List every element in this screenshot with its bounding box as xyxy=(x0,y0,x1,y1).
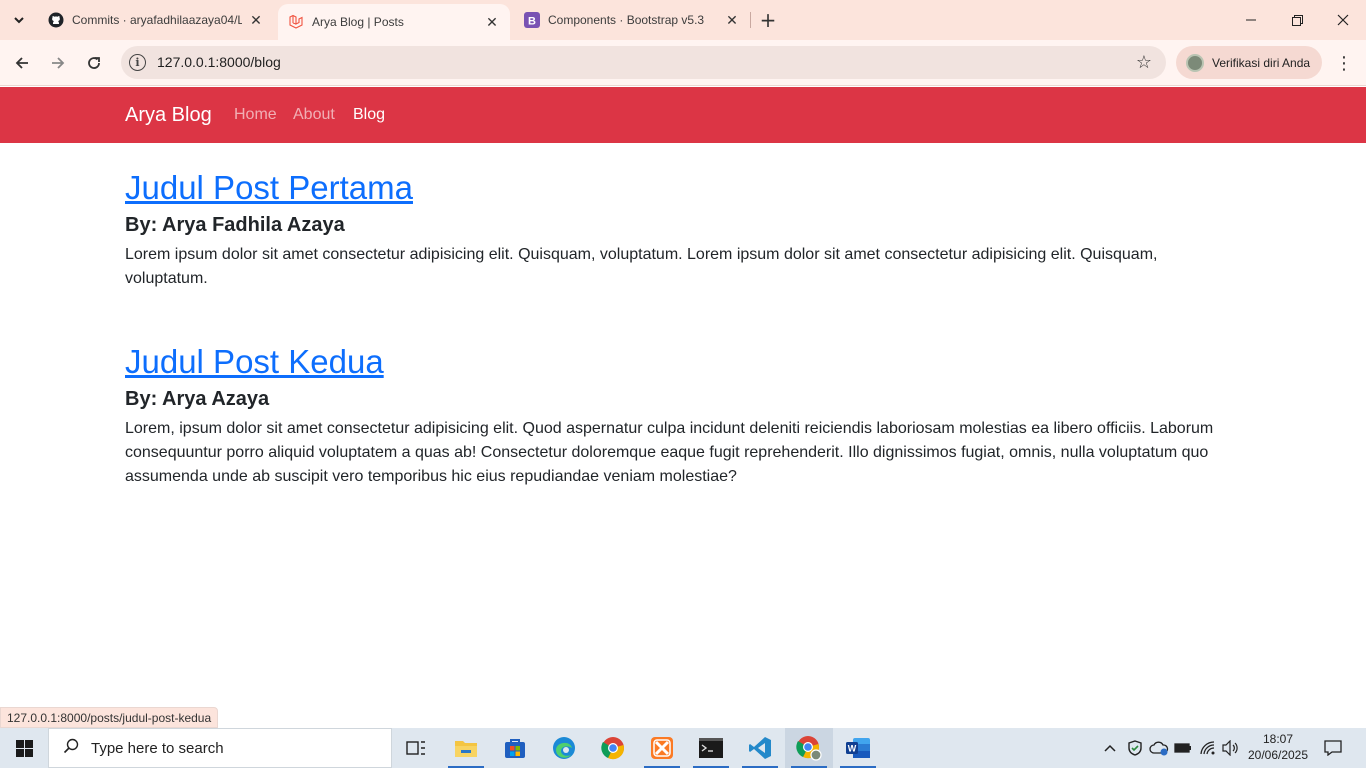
edge-button[interactable] xyxy=(540,728,588,768)
shield-icon xyxy=(1128,740,1142,756)
close-icon[interactable]: ✕ xyxy=(248,12,264,28)
more-vert-icon: ⋮ xyxy=(1335,52,1353,74)
nav-link-blog[interactable]: Blog xyxy=(353,106,385,124)
profile-button[interactable]: Verifikasi diri Anda xyxy=(1176,46,1322,79)
reload-button[interactable] xyxy=(80,49,108,77)
bootstrap-icon: B xyxy=(524,12,540,28)
url-text[interactable]: 127.0.0.1:8000/blog xyxy=(157,54,281,70)
tab-commits[interactable]: Commits · aryafadhilaazaya04/L ✕ xyxy=(38,0,274,40)
navbar-brand[interactable]: Arya Blog xyxy=(125,104,212,127)
task-view-icon xyxy=(406,741,425,755)
post-title-link[interactable]: Judul Post Pertama xyxy=(125,168,1225,208)
chrome-button[interactable] xyxy=(589,728,637,768)
volume-tray-button[interactable] xyxy=(1220,728,1242,768)
word-button[interactable]: W xyxy=(834,728,882,768)
reload-icon xyxy=(88,57,100,69)
wifi-icon xyxy=(1200,741,1215,755)
post-body: Lorem, ipsum dolor sit amet consectetur … xyxy=(125,420,1214,485)
svg-text:W: W xyxy=(848,744,857,754)
address-bar[interactable]: i 127.0.0.1:8000/blog ☆ xyxy=(121,46,1166,79)
tab-strip: Commits · aryafadhilaazaya04/L ✕ Arya Bl… xyxy=(0,0,1366,40)
microsoft-store-button[interactable] xyxy=(491,728,539,768)
edge-icon xyxy=(553,737,575,759)
battery-icon xyxy=(1174,743,1191,753)
tab-bootstrap[interactable]: B Components · Bootstrap v5.3 ✕ xyxy=(514,0,750,40)
minimize-icon xyxy=(1246,19,1256,21)
site-info-icon[interactable]: i xyxy=(129,54,146,71)
chrome-icon xyxy=(601,737,624,760)
start-button[interactable] xyxy=(0,728,48,768)
speaker-icon xyxy=(1222,740,1238,756)
file-explorer-button[interactable] xyxy=(442,728,490,768)
show-hidden-icons-button[interactable] xyxy=(1100,728,1120,768)
xampp-button[interactable] xyxy=(638,728,686,768)
terminal-button[interactable] xyxy=(687,728,735,768)
profile-label: Verifikasi diri Anda xyxy=(1212,55,1311,70)
site-navbar: Arya Blog Home About Blog xyxy=(0,87,1366,143)
laravel-icon xyxy=(288,14,304,30)
notification-icon xyxy=(1324,740,1342,756)
svg-text:B: B xyxy=(528,16,536,28)
windows-logo-icon xyxy=(15,739,33,757)
chrome-profile-icon xyxy=(796,736,822,761)
github-icon xyxy=(48,12,64,28)
word-icon: W xyxy=(846,738,870,758)
post-body: Lorem ipsum dolor sit amet consectetur a… xyxy=(125,246,1158,287)
arrow-left-icon xyxy=(15,57,28,69)
browser-toolbar: i 127.0.0.1:8000/blog ☆ Verifikasi diri … xyxy=(0,40,1366,86)
chevron-up-icon xyxy=(1104,744,1116,752)
vscode-button[interactable] xyxy=(736,728,784,768)
terminal-icon xyxy=(699,738,723,758)
xampp-icon xyxy=(651,737,673,759)
tab-separator xyxy=(750,12,751,28)
forward-button[interactable] xyxy=(44,49,72,77)
plus-icon: + xyxy=(759,8,777,32)
bookmark-star-icon[interactable]: ☆ xyxy=(1136,52,1152,73)
post-article: Judul Post Kedua By: Arya Azaya Lorem, i… xyxy=(125,342,1225,489)
microsoft-store-icon xyxy=(505,739,525,758)
nav-link-home[interactable]: Home xyxy=(234,106,277,124)
clock-time: 18:07 xyxy=(1262,732,1294,746)
task-view-button[interactable] xyxy=(392,728,440,768)
restore-icon xyxy=(1291,14,1303,26)
restore-button[interactable] xyxy=(1274,0,1320,40)
close-icon xyxy=(1337,14,1349,26)
clock-date: 20/06/2025 xyxy=(1247,748,1309,762)
post-author: By: Arya Azaya xyxy=(125,388,270,410)
cloud-icon xyxy=(1149,741,1169,756)
taskbar: Type here to search W 18:07 20/06/2025 xyxy=(0,728,1366,768)
post-article: Judul Post Pertama By: Arya Fadhila Azay… xyxy=(125,168,1225,291)
back-button[interactable] xyxy=(8,49,36,77)
vscode-icon xyxy=(749,737,771,759)
search-placeholder: Type here to search xyxy=(91,739,224,757)
link-status-bubble: 127.0.0.1:8000/posts/judul-post-kedua xyxy=(0,707,219,728)
tab-arya-blog[interactable]: Arya Blog | Posts ✕ xyxy=(278,4,510,40)
post-author: By: Arya Fadhila Azaya xyxy=(125,214,345,236)
chrome-profile-button[interactable] xyxy=(785,728,833,768)
menu-button[interactable]: ⋮ xyxy=(1334,52,1354,74)
new-tab-button[interactable]: + xyxy=(757,8,779,32)
network-tray-button[interactable] xyxy=(1197,728,1219,768)
close-icon[interactable]: ✕ xyxy=(724,12,740,28)
taskbar-clock[interactable]: 18:07 20/06/2025 xyxy=(1245,731,1311,763)
notification-center-button[interactable] xyxy=(1320,736,1346,760)
file-explorer-icon xyxy=(455,741,477,757)
tab-title: Arya Blog | Posts xyxy=(312,15,404,29)
arrow-right-icon xyxy=(52,57,65,69)
battery-tray-button[interactable] xyxy=(1172,728,1194,768)
close-window-button[interactable] xyxy=(1320,0,1366,40)
tab-search-button[interactable] xyxy=(6,7,32,33)
security-tray-button[interactable] xyxy=(1124,728,1146,768)
tab-title: Commits · aryafadhilaazaya04/L xyxy=(72,13,242,27)
taskbar-search[interactable]: Type here to search xyxy=(48,728,392,768)
close-icon[interactable]: ✕ xyxy=(484,14,500,30)
search-icon xyxy=(63,738,79,758)
chevron-down-icon xyxy=(14,17,24,24)
tab-title: Components · Bootstrap v5.3 xyxy=(548,13,705,27)
minimize-button[interactable] xyxy=(1228,0,1274,40)
nav-link-about[interactable]: About xyxy=(293,106,335,124)
avatar xyxy=(1186,53,1204,72)
post-title-link[interactable]: Judul Post Kedua xyxy=(125,342,1225,382)
onedrive-tray-button[interactable] xyxy=(1148,728,1170,768)
